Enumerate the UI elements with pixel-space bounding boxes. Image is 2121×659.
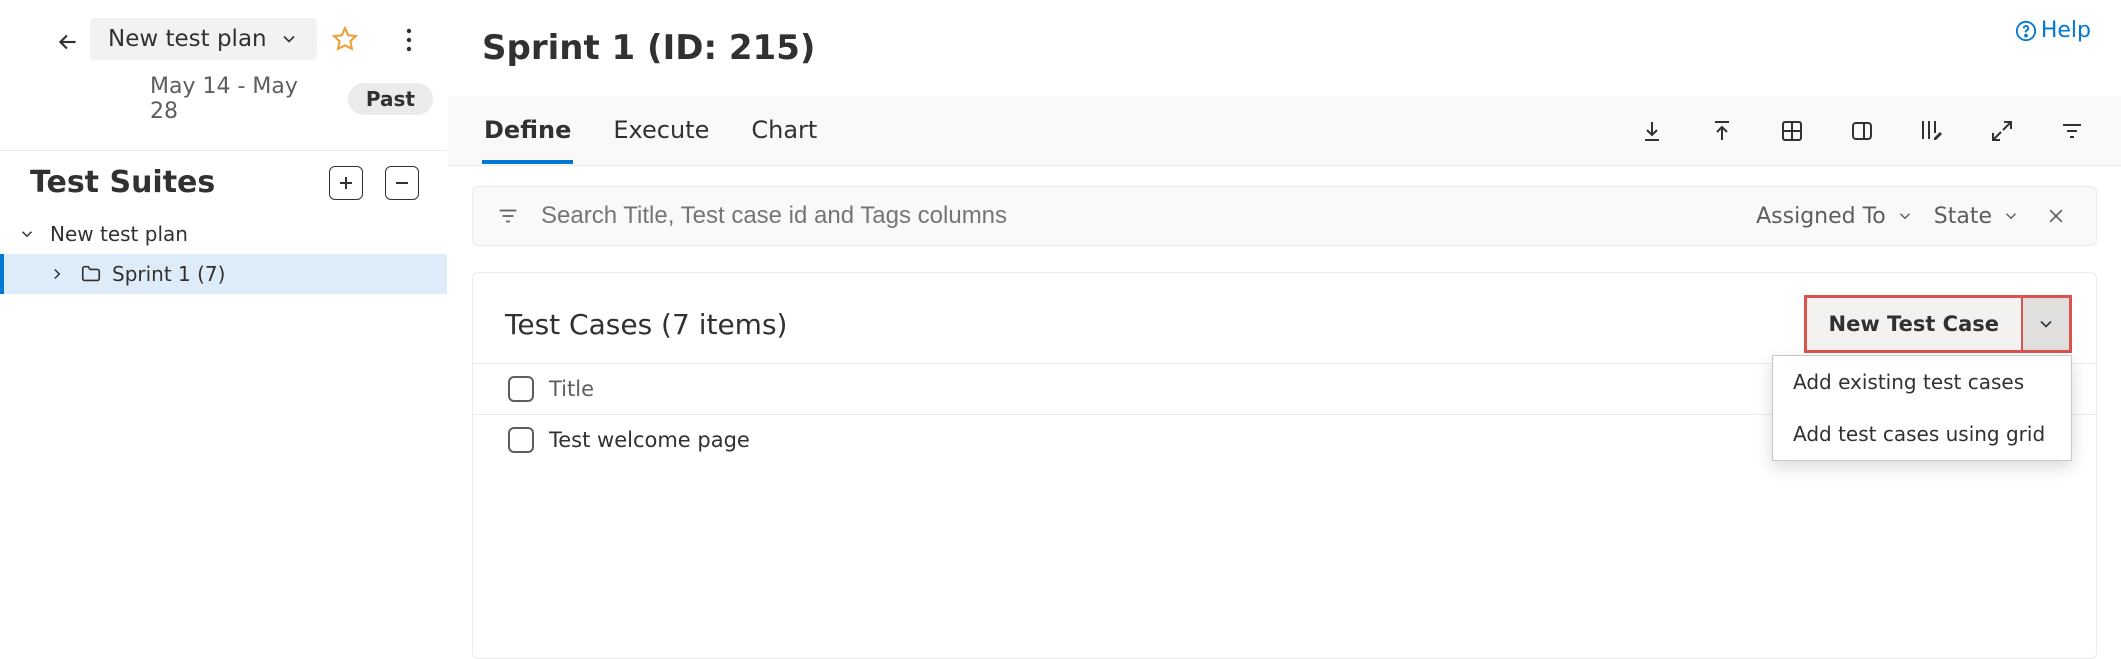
left-panel: New test plan May 14 - May 28 Past Test … [0, 0, 448, 659]
col-title[interactable]: Title [549, 377, 1782, 401]
arrow-left-icon [55, 29, 81, 55]
new-test-case-split: New Test Case Add existing test cases Ad… [1804, 295, 2072, 353]
tab-label: Chart [751, 116, 817, 144]
chevron-down-icon [1896, 207, 1914, 225]
tab-chart[interactable]: Chart [749, 98, 819, 164]
plan-selector[interactable]: New test plan [90, 18, 317, 60]
chevron-down-icon [279, 29, 299, 49]
side-panel-button[interactable] [1847, 116, 1877, 146]
arrow-down-to-line-icon [1640, 119, 1664, 143]
more-actions-button[interactable] [391, 22, 427, 58]
filter-label: Assigned To [1756, 204, 1886, 229]
back-button[interactable] [48, 22, 88, 62]
search-bar: Assigned To State [472, 186, 2097, 246]
column-options-button[interactable] [1917, 116, 1947, 146]
chevron-down-icon [2036, 314, 2056, 334]
grid-icon [1780, 119, 1804, 143]
add-suite-button[interactable] [329, 166, 363, 200]
filter-lines-icon [497, 205, 519, 227]
plan-status-badge: Past [348, 83, 433, 115]
chevron-down-icon [2002, 207, 2020, 225]
suites-heading: Test Suites [30, 165, 215, 200]
clear-filters-button[interactable] [2040, 206, 2072, 226]
plan-name: New test plan [108, 26, 267, 52]
plus-icon [338, 175, 354, 191]
tree-item-label: Sprint 1 (7) [112, 262, 225, 286]
menu-add-existing[interactable]: Add existing test cases [1773, 356, 2071, 408]
import-button[interactable] [1707, 116, 1737, 146]
menu-add-grid[interactable]: Add test cases using grid [1773, 408, 2071, 460]
help-icon [2015, 20, 2037, 42]
right-panel: Help Sprint 1 (ID: 215) Define Execute C… [448, 0, 2121, 659]
help-link[interactable]: Help [2015, 18, 2091, 43]
tab-label: Define [484, 116, 571, 144]
suites-tree: New test plan Sprint 1 (7) [0, 208, 447, 300]
row-checkbox[interactable] [508, 427, 534, 453]
tab-label: Execute [613, 116, 709, 144]
fullscreen-button[interactable] [1987, 116, 2017, 146]
suites-header: Test Suites [0, 151, 447, 208]
row-title: Test welcome page [549, 428, 1782, 452]
tree-item-sprint1[interactable]: Sprint 1 (7) [0, 254, 447, 294]
test-cases-panel: Test Cases (7 items) New Test Case Add e… [472, 272, 2097, 659]
search-input[interactable] [539, 201, 1736, 231]
grid-view-button[interactable] [1777, 116, 1807, 146]
folder-icon [80, 263, 102, 285]
new-test-case-menu: Add existing test cases Add test cases u… [1772, 355, 2072, 461]
tabs-bar: Define Execute Chart [448, 96, 2121, 166]
chevron-right-icon [48, 265, 66, 283]
tree-root[interactable]: New test plan [0, 214, 447, 254]
favorite-button[interactable] [327, 21, 363, 57]
new-test-case-dropdown-toggle[interactable] [2021, 298, 2069, 350]
more-vertical-icon [406, 28, 412, 52]
help-label: Help [2041, 18, 2091, 43]
new-test-case-button[interactable]: New Test Case [1807, 312, 2021, 336]
star-icon [332, 26, 358, 52]
select-all-checkbox[interactable] [508, 376, 534, 402]
expand-icon [1990, 119, 2014, 143]
tab-define[interactable]: Define [482, 98, 573, 164]
arrow-up-to-line-icon [1710, 119, 1734, 143]
chevron-down-icon [18, 225, 36, 243]
cases-heading: Test Cases (7 items) [505, 308, 787, 341]
tree-root-label: New test plan [50, 222, 188, 246]
close-icon [2046, 206, 2066, 226]
columns-edit-icon [1919, 118, 1945, 144]
collapse-suite-button[interactable] [385, 166, 419, 200]
filter-icon [2060, 119, 2084, 143]
filter-label: State [1934, 204, 1992, 229]
page-title: Sprint 1 (ID: 215) [448, 0, 2121, 68]
tab-execute[interactable]: Execute [611, 98, 711, 164]
filter-button[interactable] [2057, 116, 2087, 146]
filter-state[interactable]: State [1934, 204, 2020, 229]
minus-icon [394, 175, 410, 191]
plan-date-range: May 14 - May 28 [150, 74, 330, 124]
filter-assigned-to[interactable]: Assigned To [1756, 204, 1914, 229]
panel-right-icon [1850, 119, 1874, 143]
plan-header: New test plan May 14 - May 28 Past [0, 0, 447, 150]
export-button[interactable] [1637, 116, 1667, 146]
